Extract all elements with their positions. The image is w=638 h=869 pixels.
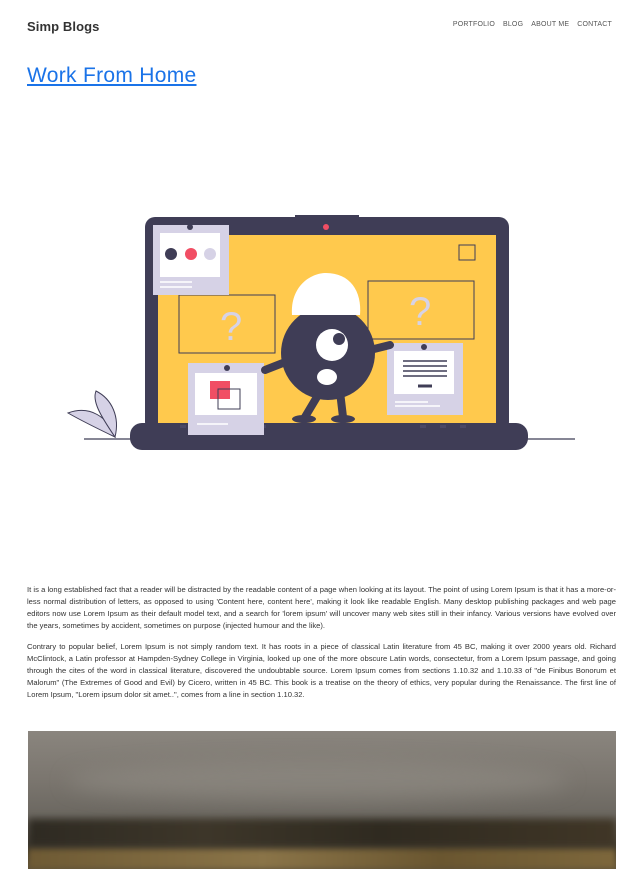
brand-logo[interactable]: Simp Blogs (27, 19, 100, 34)
nav-contact[interactable]: CONTACT (577, 21, 612, 28)
nav-portfolio[interactable]: PORTFOLIO (453, 21, 495, 28)
nav-about-me[interactable]: ABOUT ME (531, 21, 569, 28)
question-mark-right: ? (409, 290, 431, 334)
nav-blog[interactable]: BLOG (503, 21, 523, 28)
post-title[interactable]: Work From Home (27, 64, 197, 88)
main-nav: PORTFOLIO BLOG ABOUT ME CONTACT (453, 21, 612, 28)
post-paragraph-2: Contrary to popular belief, Lorem Ipsum … (27, 642, 616, 699)
post-body: It is a long established fact that a rea… (27, 584, 616, 710)
blurred-photo-image (28, 731, 616, 869)
question-mark-left: ? (220, 305, 242, 349)
leaf-icon (66, 390, 117, 439)
work-from-home-illustration: ? ? (66, 215, 575, 450)
post-paragraph-1: It is a long established fact that a rea… (27, 585, 616, 630)
